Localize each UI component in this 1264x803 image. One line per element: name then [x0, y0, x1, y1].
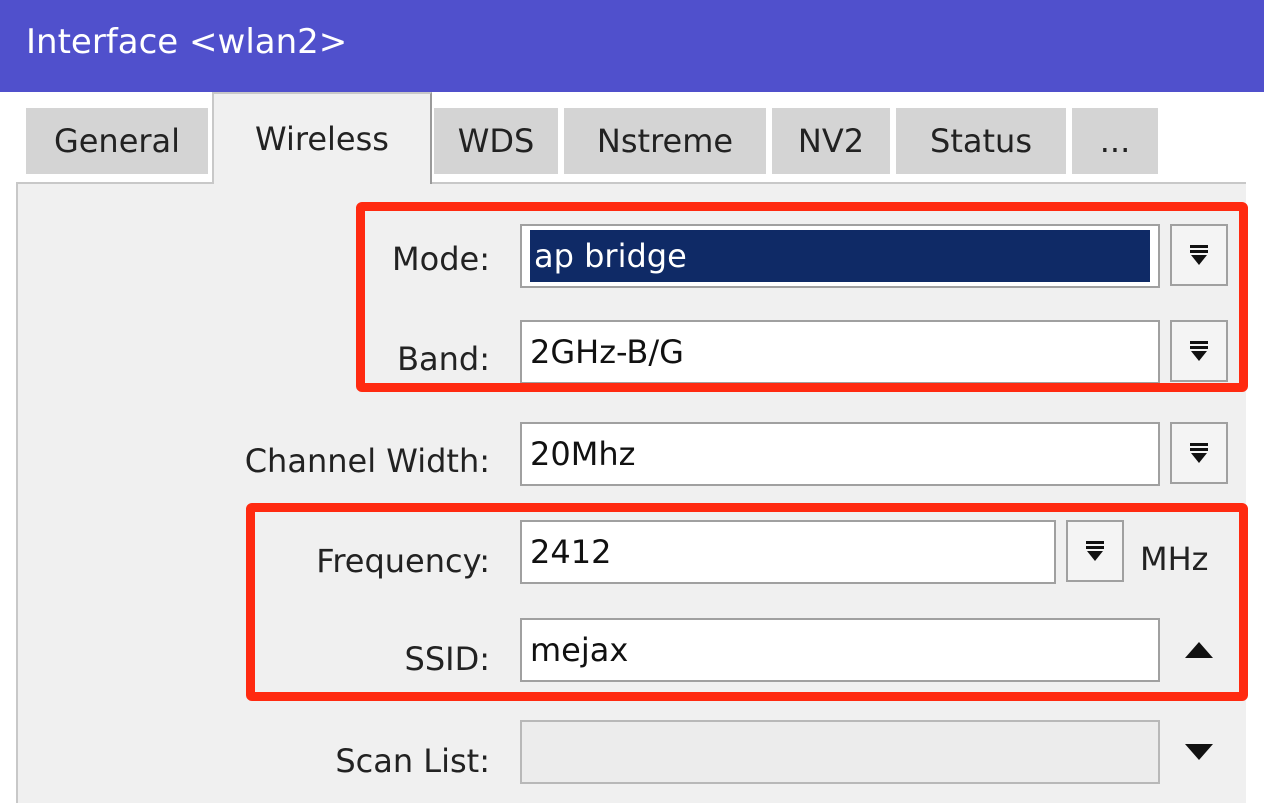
interface-window: Interface <wlan2> General Wireless WDS N… — [0, 0, 1264, 803]
tab-nv2-label: NV2 — [797, 122, 865, 160]
tab-wds-label: WDS — [457, 122, 535, 160]
mode-label: Mode: — [392, 240, 490, 278]
band-select[interactable]: 2GHz-B/G — [520, 320, 1160, 384]
band-label: Band: — [397, 340, 490, 378]
channel-width-select[interactable]: 20Mhz — [520, 422, 1160, 486]
tab-general-label: General — [53, 122, 181, 160]
tab-strip: General Wireless WDS Nstreme NV2 Status … — [0, 92, 1264, 184]
frequency-dropdown-button[interactable] — [1066, 520, 1124, 582]
dropdown-icon — [1190, 443, 1208, 463]
dropdown-icon — [1190, 341, 1208, 361]
band-dropdown-button[interactable] — [1170, 320, 1228, 382]
ssid-collapse-button[interactable] — [1170, 620, 1228, 680]
tab-more-label: ... — [1099, 122, 1131, 160]
tab-nstreme[interactable]: Nstreme — [562, 106, 768, 176]
triangle-up-icon — [1185, 642, 1213, 658]
band-value: 2GHz-B/G — [530, 333, 684, 371]
ssid-value: mejax — [530, 631, 629, 669]
scan-list-input[interactable] — [520, 720, 1160, 784]
ssid-label: SSID: — [404, 640, 490, 678]
tab-more[interactable]: ... — [1070, 106, 1160, 176]
title-bar[interactable]: Interface <wlan2> — [0, 0, 1264, 92]
mode-value: ap bridge — [530, 230, 1150, 282]
frequency-value: 2412 — [530, 533, 612, 571]
tab-status[interactable]: Status — [894, 106, 1068, 176]
dropdown-icon — [1086, 541, 1104, 561]
mode-select[interactable]: ap bridge — [520, 224, 1160, 288]
frequency-input[interactable]: 2412 — [520, 520, 1056, 584]
channel-width-dropdown-button[interactable] — [1170, 422, 1228, 484]
tab-wds[interactable]: WDS — [432, 106, 560, 176]
tab-wireless[interactable]: Wireless — [212, 92, 432, 184]
tab-status-label: Status — [930, 122, 1032, 160]
frequency-label: Frequency: — [316, 542, 490, 580]
frequency-unit: MHz — [1140, 540, 1209, 578]
window-title: Interface <wlan2> — [26, 22, 348, 62]
tab-nv2[interactable]: NV2 — [770, 106, 892, 176]
dropdown-icon — [1190, 245, 1208, 265]
tab-general[interactable]: General — [24, 106, 210, 176]
triangle-down-icon — [1185, 744, 1213, 760]
tab-wireless-label: Wireless — [255, 120, 389, 158]
channel-width-value: 20Mhz — [530, 435, 636, 473]
ssid-input[interactable]: mejax — [520, 618, 1160, 682]
scan-list-label: Scan List: — [335, 742, 490, 780]
channel-width-label: Channel Width: — [244, 442, 490, 480]
tab-nstreme-label: Nstreme — [596, 122, 734, 160]
mode-dropdown-button[interactable] — [1170, 224, 1228, 286]
scan-list-expand-button[interactable] — [1170, 722, 1228, 782]
